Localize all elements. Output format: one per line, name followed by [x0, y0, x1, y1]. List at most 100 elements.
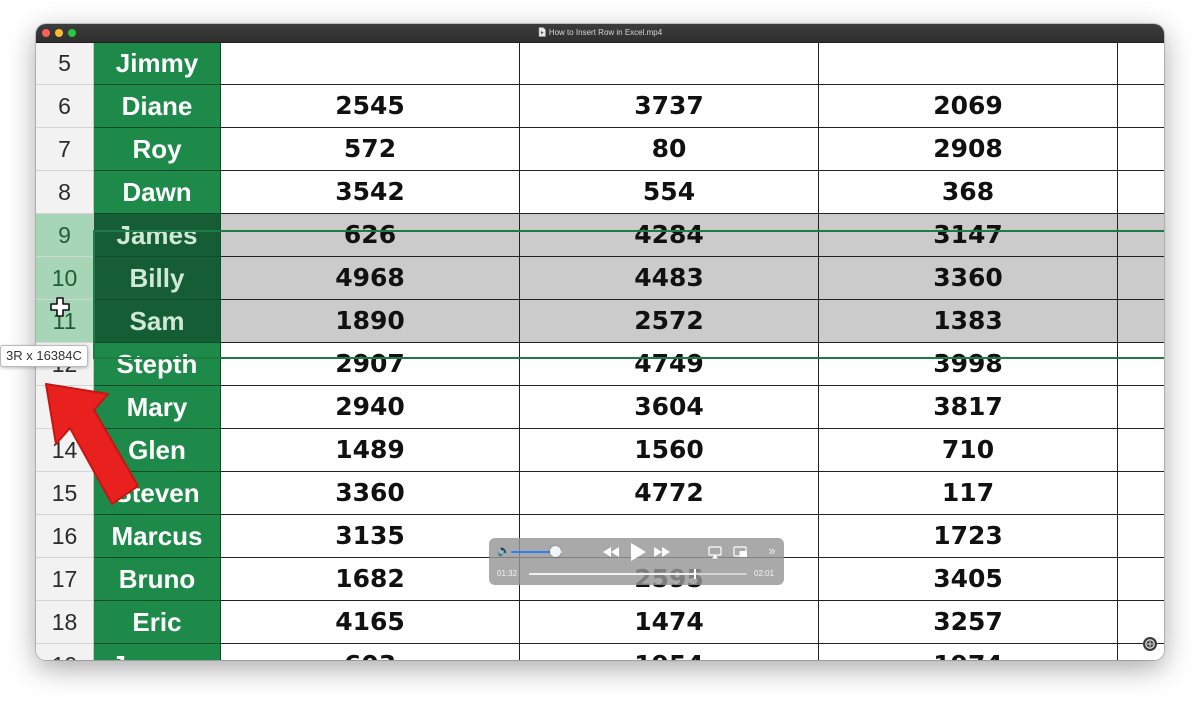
value-cell[interactable]: 4483 [520, 257, 819, 300]
more-options-button[interactable]: » [765, 541, 779, 559]
value-cell[interactable]: 2907 [221, 343, 520, 386]
volume-slider-knob[interactable] [550, 546, 562, 557]
value-cell[interactable]: 3998 [819, 343, 1118, 386]
empty-cell[interactable] [1118, 214, 1164, 257]
volume-icon[interactable]: 🔈 [497, 544, 511, 557]
value-cell[interactable]: 3147 [819, 214, 1118, 257]
value-cell[interactable]: 4749 [520, 343, 819, 386]
spreadsheet-row[interactable]: 8 Dawn 3542 554 368 [36, 171, 1164, 214]
spreadsheet-row[interactable]: 11 Sam 1890 2572 1383 [36, 300, 1164, 343]
spreadsheet-row[interactable]: 13Mary294036043817 [36, 386, 1164, 429]
empty-cell[interactable] [1118, 128, 1164, 171]
value-cell[interactable]: 4968 [221, 257, 520, 300]
value-cell[interactable]: 1974 [819, 644, 1118, 660]
fast-forward-button[interactable] [652, 543, 672, 561]
value-cell[interactable]: 1682 [221, 558, 520, 601]
spreadsheet-row[interactable]: 7 Roy 572 80 2908 [36, 128, 1164, 171]
value-cell[interactable]: 368 [819, 171, 1118, 214]
value-cell[interactable]: 572 [221, 128, 520, 171]
name-cell[interactable]: Sam [94, 300, 221, 343]
empty-cell[interactable] [1118, 515, 1164, 558]
value-cell[interactable]: 710 [819, 429, 1118, 472]
name-cell[interactable]: James [94, 214, 221, 257]
value-cell[interactable]: 4284 [520, 214, 819, 257]
value-cell[interactable]: 2069 [819, 85, 1118, 128]
value-cell[interactable]: 3360 [221, 472, 520, 515]
spreadsheet-row[interactable]: 18 Eric 4165 1474 3257 [36, 601, 1164, 644]
value-cell[interactable]: 4165 [221, 601, 520, 644]
rewind-button[interactable] [601, 543, 621, 561]
value-cell[interactable]: 4772 [520, 472, 819, 515]
value-cell[interactable] [520, 43, 819, 85]
row-number[interactable]: 7 [36, 128, 94, 171]
playhead[interactable] [693, 569, 696, 579]
value-cell[interactable]: 2940 [221, 386, 520, 429]
play-button[interactable] [627, 541, 649, 563]
screenshot-mode-icon[interactable] [1142, 636, 1158, 657]
value-cell[interactable]: 2908 [819, 128, 1118, 171]
value-cell[interactable] [819, 43, 1118, 85]
value-cell[interactable]: 1723 [819, 515, 1118, 558]
value-cell[interactable]: 1489 [221, 429, 520, 472]
airplay-button[interactable] [707, 544, 723, 560]
playback-scrubber[interactable] [529, 569, 747, 579]
name-cell[interactable]: Marcus [94, 515, 221, 558]
empty-cell[interactable] [1118, 300, 1164, 343]
name-cell[interactable]: Bruno [94, 558, 221, 601]
row-number[interactable]: 10 [36, 257, 94, 300]
value-cell[interactable]: 3257 [819, 601, 1118, 644]
row-number[interactable]: 6 [36, 85, 94, 128]
value-cell[interactable]: 554 [520, 171, 819, 214]
picture-in-picture-button[interactable] [732, 544, 748, 560]
title-bar[interactable]: How to Insert Row in Excel.mp4 [36, 24, 1164, 43]
value-cell[interactable]: 2572 [520, 300, 819, 343]
name-cell[interactable]: Eric [94, 601, 221, 644]
empty-cell[interactable] [1118, 343, 1164, 386]
empty-cell[interactable] [1118, 85, 1164, 128]
spreadsheet-row[interactable]: 10 Billy 4968 4483 3360 [36, 257, 1164, 300]
value-cell[interactable]: 3817 [819, 386, 1118, 429]
empty-cell[interactable] [1118, 472, 1164, 515]
value-cell[interactable]: 1890 [221, 300, 520, 343]
value-cell[interactable]: 3542 [221, 171, 520, 214]
name-cell[interactable]: Joanne [94, 644, 221, 660]
row-number[interactable]: 9 [36, 214, 94, 257]
value-cell[interactable]: 603 [221, 644, 520, 660]
value-cell[interactable]: 117 [819, 472, 1118, 515]
value-cell[interactable]: 3135 [221, 515, 520, 558]
name-cell[interactable]: Jimmy [94, 43, 221, 85]
empty-cell[interactable] [1118, 171, 1164, 214]
empty-cell[interactable] [1118, 558, 1164, 601]
name-cell[interactable]: Billy [94, 257, 221, 300]
row-number[interactable]: 18 [36, 601, 94, 644]
spreadsheet-row[interactable]: 12Stepth290747493998 [36, 343, 1164, 386]
spreadsheet-row[interactable]: 15 Steven 3360 4772 117 [36, 472, 1164, 515]
spreadsheet-row[interactable]: 14 Glen 1489 1560 710 [36, 429, 1164, 472]
empty-cell[interactable] [1118, 386, 1164, 429]
spreadsheet-row[interactable]: 6 Diane 2545 3737 2069 [36, 85, 1164, 128]
value-cell[interactable]: 1954 [520, 644, 819, 660]
empty-cell[interactable] [1118, 43, 1164, 85]
spreadsheet-row[interactable]: 9 James 626 4284 3147 [36, 214, 1164, 257]
spreadsheet-row[interactable]: 19Joanne60319541974 [36, 644, 1164, 660]
row-number[interactable]: 8 [36, 171, 94, 214]
value-cell[interactable]: 1474 [520, 601, 819, 644]
name-cell[interactable]: Roy [94, 128, 221, 171]
value-cell[interactable]: 2545 [221, 85, 520, 128]
row-number[interactable]: 5 [36, 43, 94, 85]
value-cell[interactable]: 3405 [819, 558, 1118, 601]
value-cell[interactable]: 3604 [520, 386, 819, 429]
row-number[interactable]: 17 [36, 558, 94, 601]
row-number[interactable]: 16 [36, 515, 94, 558]
value-cell[interactable] [221, 43, 520, 85]
spreadsheet-row[interactable]: 5 Jimmy [36, 43, 1164, 85]
name-cell[interactable]: Dawn [94, 171, 221, 214]
name-cell[interactable]: Diane [94, 85, 221, 128]
value-cell[interactable]: 3360 [819, 257, 1118, 300]
row-number[interactable]: 19 [36, 644, 94, 660]
value-cell[interactable]: 626 [221, 214, 520, 257]
value-cell[interactable]: 3737 [520, 85, 819, 128]
value-cell[interactable]: 80 [520, 128, 819, 171]
value-cell[interactable]: 1560 [520, 429, 819, 472]
empty-cell[interactable] [1118, 257, 1164, 300]
